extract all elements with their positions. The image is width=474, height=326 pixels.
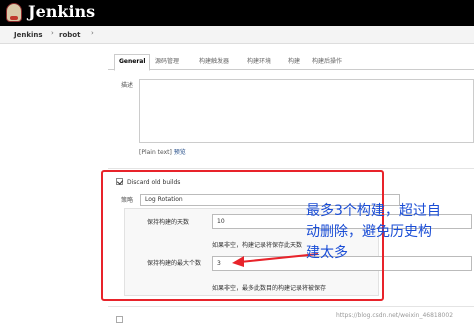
- next-option-checkbox[interactable]: [116, 316, 123, 323]
- left-side-panel: [0, 45, 104, 326]
- annotation-line: 动删除，避免历史构: [306, 224, 432, 240]
- top-header-bar: Jenkins: [0, 0, 474, 26]
- tab-source-code[interactable]: 源码管理: [155, 56, 179, 70]
- config-tabs: General 源码管理 构建触发器 构建环境 构建 构建后操作: [108, 52, 474, 71]
- plain-text-prefix: [Plain text]: [139, 149, 172, 156]
- plain-text-hint: [Plain text] 预览: [139, 147, 186, 156]
- tab-build[interactable]: 构建: [288, 56, 300, 70]
- preview-link[interactable]: 预览: [174, 149, 186, 156]
- section-divider: [108, 168, 474, 169]
- jenkins-logo-icon[interactable]: [6, 3, 22, 22]
- breadcrumb-item-robot[interactable]: robot: [59, 31, 80, 39]
- breadcrumb-separator: ›: [91, 29, 94, 37]
- annotation-line: 建太多: [306, 245, 348, 261]
- section-divider: [108, 306, 474, 307]
- watermark: https://blog.csdn.net/weixin_46818002: [336, 312, 454, 319]
- tab-build-environment[interactable]: 构建环境: [247, 56, 271, 70]
- tab-general[interactable]: General: [114, 54, 151, 71]
- annotation-note: 最多3个构建，超过自 动删除，避免历史构 建太多: [306, 201, 472, 264]
- breadcrumb-item-jenkins[interactable]: Jenkins: [14, 31, 43, 39]
- brand-title[interactable]: Jenkins: [28, 2, 95, 22]
- description-textarea[interactable]: [139, 79, 474, 143]
- breadcrumb-separator: ›: [51, 29, 54, 37]
- tab-post-build[interactable]: 构建后操作: [312, 56, 342, 70]
- description-label: 描述: [121, 82, 134, 89]
- annotation-line: 最多3个构建，超过自: [306, 203, 441, 219]
- tab-build-triggers[interactable]: 构建触发器: [199, 56, 229, 70]
- breadcrumb: Jenkins › robot ›: [0, 26, 474, 44]
